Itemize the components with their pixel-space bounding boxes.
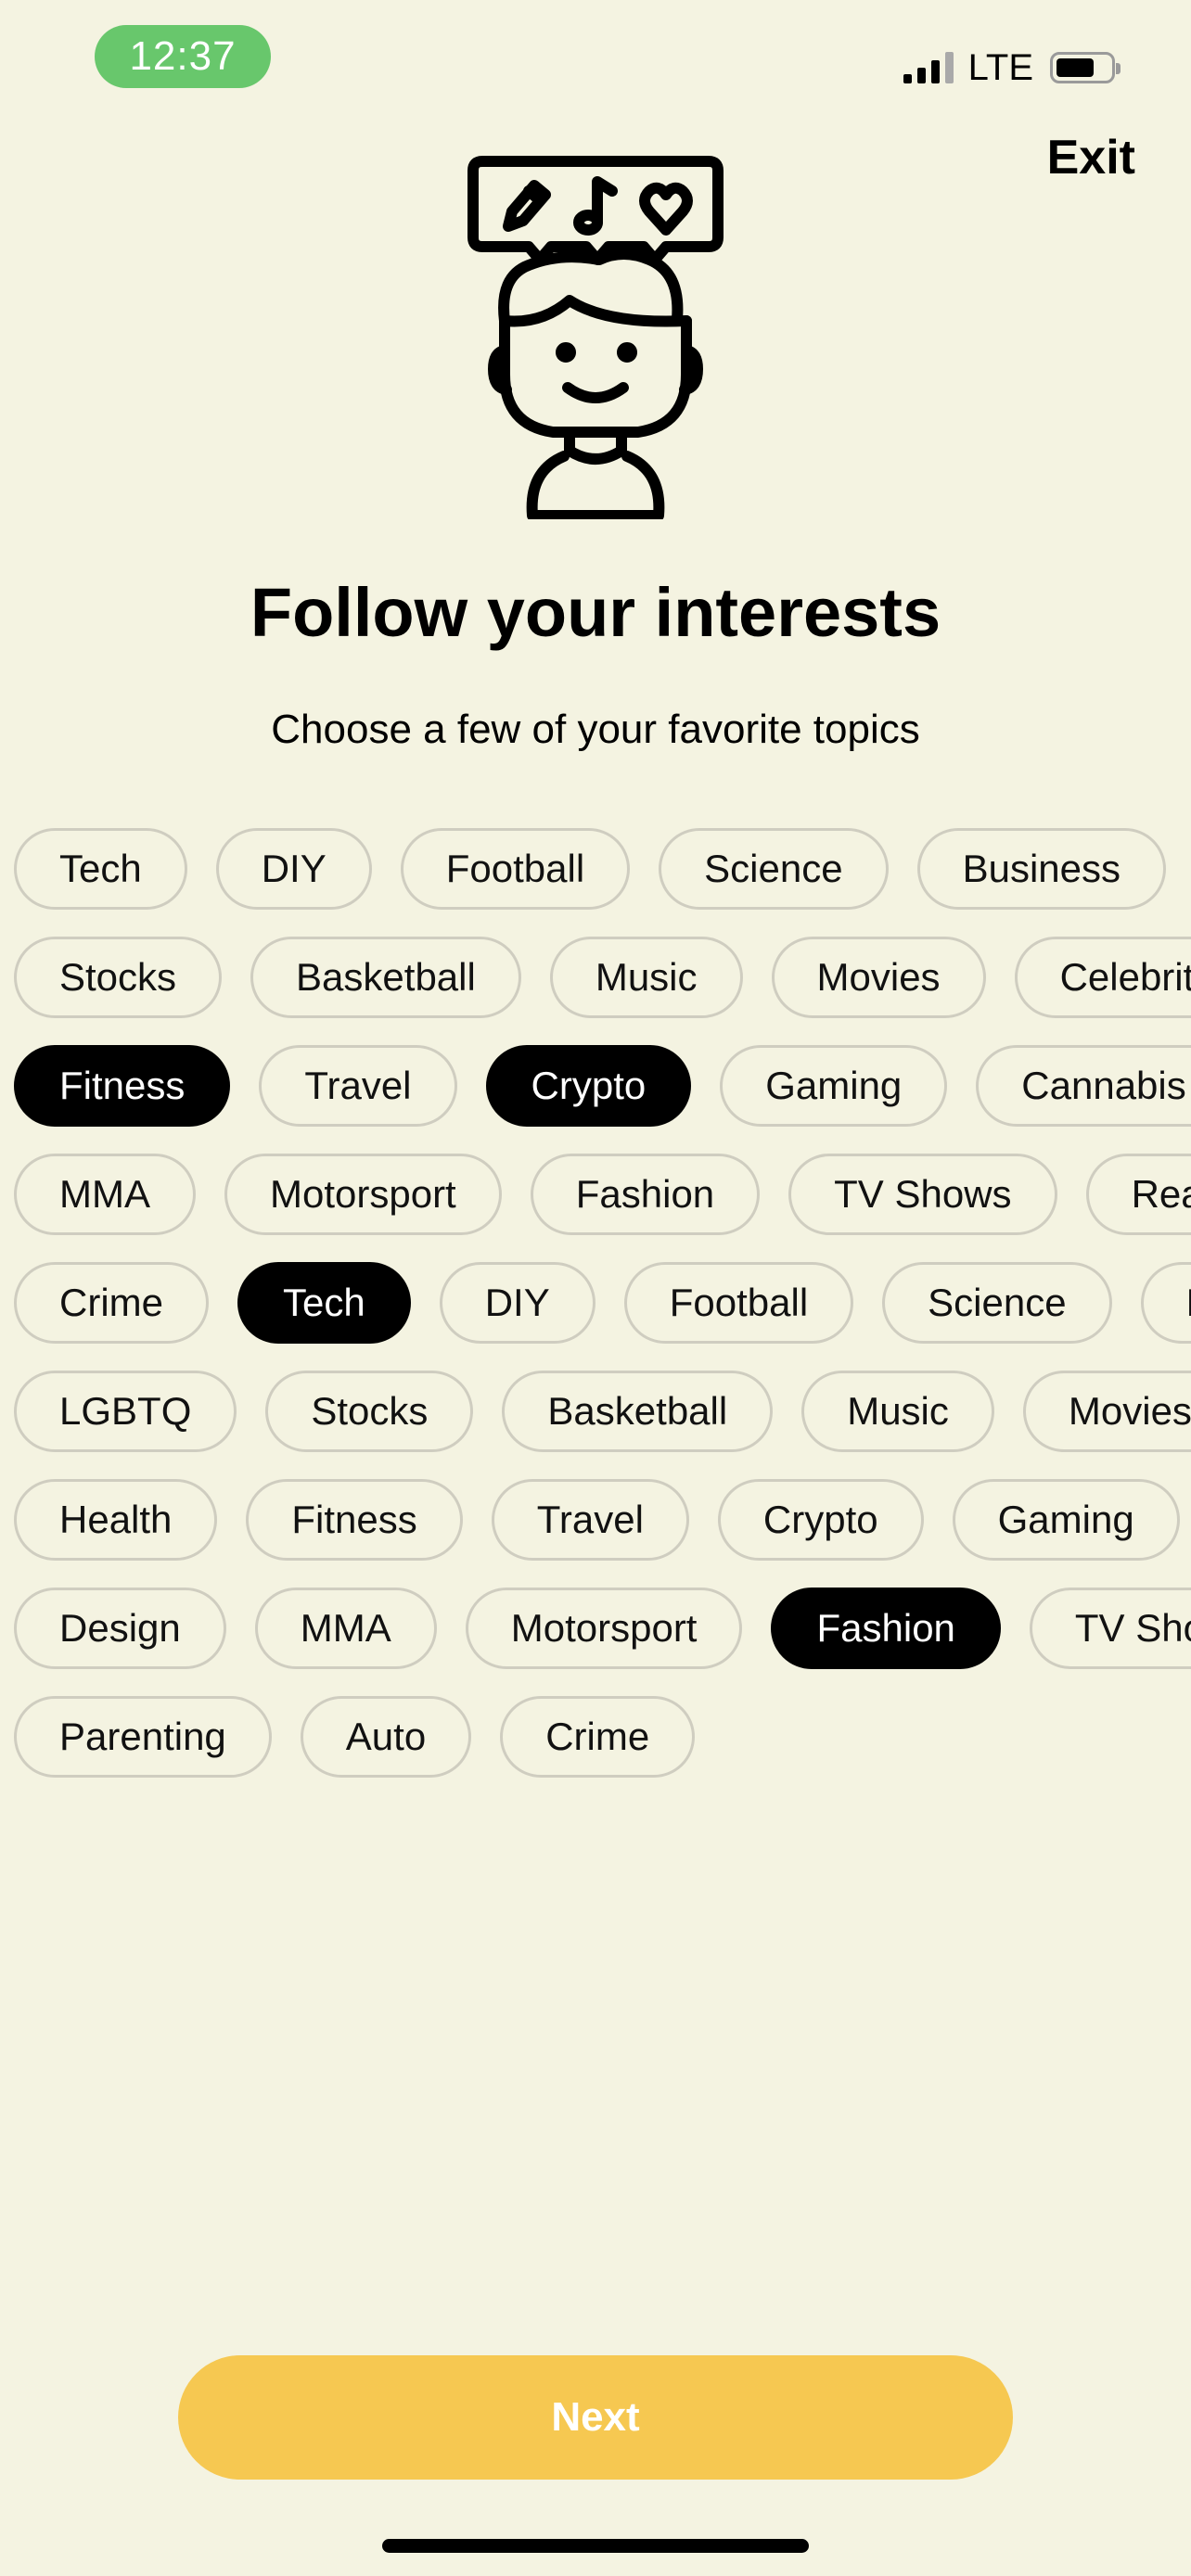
- exit-button[interactable]: Exit: [1047, 130, 1135, 185]
- topic-row: Tech DIY Football Science Business: [14, 828, 1191, 910]
- topic-chip[interactable]: Crypto: [717, 1479, 924, 1561]
- topic-row: Design MMA Motorsport Fashion TV Shows: [14, 1588, 1191, 1669]
- topic-row: LGBTQ Stocks Basketball Music Movies: [14, 1371, 1191, 1452]
- topic-row: Crime Tech DIY Football Science Business: [14, 1262, 1191, 1344]
- topic-row: Parenting Auto Crime: [14, 1696, 1191, 1778]
- topic-row: Stocks Basketball Music Movies Celebrities: [14, 937, 1191, 1018]
- topic-chip[interactable]: Crypto: [485, 1045, 692, 1127]
- topic-chip[interactable]: Fitness: [246, 1479, 463, 1561]
- topic-chip[interactable]: Science: [882, 1262, 1112, 1344]
- pencil-icon: [503, 180, 551, 232]
- signal-icon: [903, 52, 954, 83]
- topic-chip[interactable]: MMA: [14, 1154, 196, 1235]
- topic-chip[interactable]: Fitness: [14, 1045, 231, 1127]
- battery-icon: [1050, 52, 1121, 83]
- topic-chip[interactable]: Business: [1140, 1262, 1191, 1344]
- topic-chip[interactable]: Cannabis: [976, 1045, 1191, 1127]
- topic-chip[interactable]: Auto: [300, 1696, 472, 1778]
- topic-chip[interactable]: Tech: [237, 1262, 411, 1344]
- topic-chip[interactable]: Celebrities: [1014, 937, 1191, 1018]
- topic-chip[interactable]: LGBTQ: [14, 1371, 237, 1452]
- topic-chip[interactable]: Crime: [500, 1696, 696, 1778]
- network-type: LTE: [967, 46, 1033, 88]
- next-button[interactable]: Next: [178, 2355, 1013, 2480]
- topic-chip[interactable]: DIY: [215, 828, 372, 910]
- heart-icon: [639, 182, 693, 236]
- status-time: 12:37: [95, 25, 271, 88]
- topic-chip[interactable]: TV Shows: [788, 1154, 1057, 1235]
- topic-chip[interactable]: Music: [801, 1371, 994, 1452]
- topic-chip[interactable]: Motorsport: [224, 1154, 502, 1235]
- topic-chip[interactable]: Football: [400, 828, 631, 910]
- topic-chip[interactable]: Fashion: [771, 1588, 1001, 1669]
- topic-chip[interactable]: Crime: [14, 1262, 209, 1344]
- topic-chip[interactable]: Business: [916, 828, 1166, 910]
- topic-row: Fitness Travel Crypto Gaming Cannabis: [14, 1045, 1191, 1127]
- topic-chip[interactable]: Music: [549, 937, 743, 1018]
- topic-chip[interactable]: Basketball: [502, 1371, 774, 1452]
- topic-chip[interactable]: Gaming: [720, 1045, 948, 1127]
- topic-chip[interactable]: Travel: [491, 1479, 689, 1561]
- music-note-icon: [573, 176, 618, 236]
- status-indicators: LTE: [903, 46, 1121, 89]
- topic-chip[interactable]: Science: [659, 828, 889, 910]
- page-title: Follow your interests: [250, 574, 941, 651]
- home-indicator[interactable]: [382, 2539, 809, 2553]
- topic-chip[interactable]: Football: [623, 1262, 854, 1344]
- topic-chip[interactable]: TV Shows: [1029, 1588, 1191, 1669]
- topic-chip[interactable]: Parenting: [14, 1696, 272, 1778]
- topic-chip[interactable]: Basketball: [250, 937, 521, 1018]
- topic-chip[interactable]: Movies: [771, 937, 986, 1018]
- topic-chip[interactable]: Stocks: [265, 1371, 474, 1452]
- person-with-speech-bubble-icon: [467, 156, 724, 519]
- topic-chip[interactable]: Stocks: [14, 937, 223, 1018]
- topic-chip[interactable]: Travel: [259, 1045, 457, 1127]
- topic-chip[interactable]: Tech: [14, 828, 187, 910]
- topic-chip[interactable]: Movies: [1022, 1371, 1191, 1452]
- page-subtitle: Choose a few of your favorite topics: [271, 707, 920, 752]
- topic-chips: Tech DIY Football Science Business Stocks Bask…: [14, 828, 1191, 1804]
- topic-chip[interactable]: Fashion: [530, 1154, 761, 1235]
- topic-chip[interactable]: Design: [14, 1588, 226, 1669]
- topic-chip[interactable]: DIY: [439, 1262, 596, 1344]
- topic-chip[interactable]: Motorsport: [465, 1588, 743, 1669]
- topic-chip[interactable]: Real Estate: [1085, 1154, 1191, 1235]
- topic-chip[interactable]: Gaming: [952, 1479, 1180, 1561]
- topic-chip[interactable]: Health: [14, 1479, 218, 1561]
- topic-row: Health Fitness Travel Crypto Gaming: [14, 1479, 1191, 1561]
- topic-row: MMA Motorsport Fashion TV Shows Real Estate: [14, 1154, 1191, 1235]
- topic-chip[interactable]: MMA: [254, 1588, 437, 1669]
